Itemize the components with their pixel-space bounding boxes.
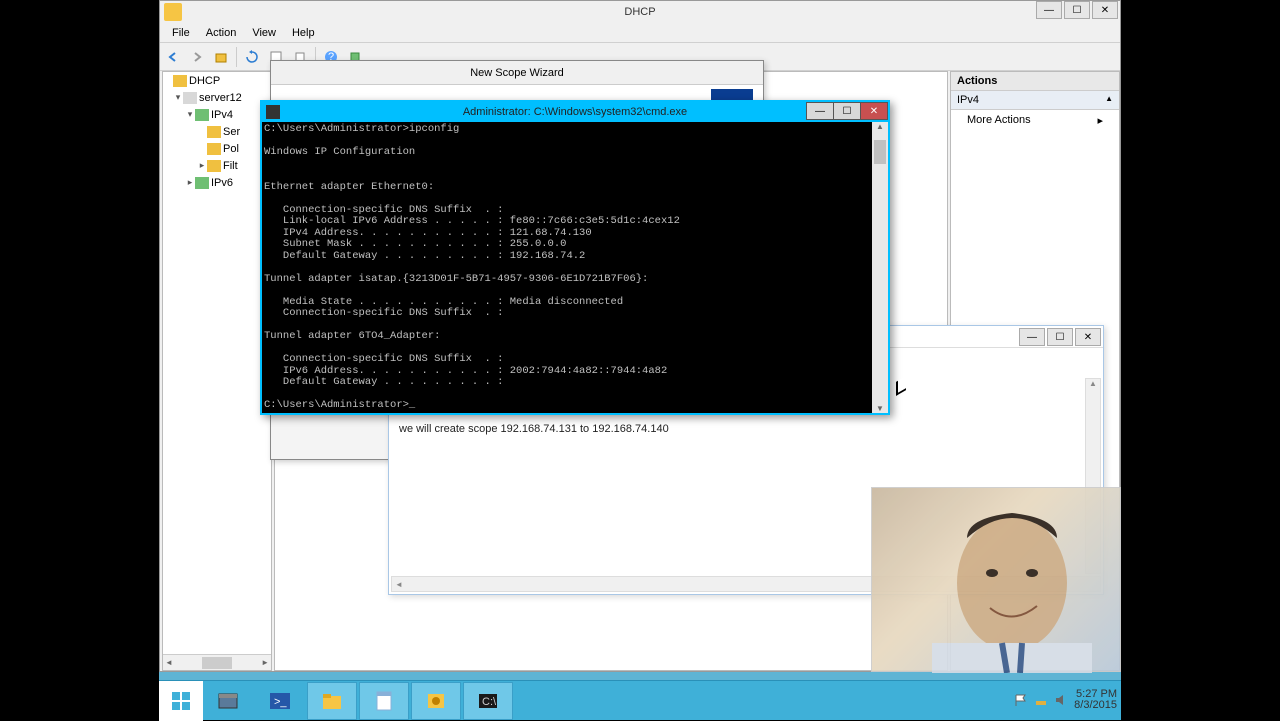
scroll-up-icon[interactable]: ▲ (872, 122, 888, 131)
scroll-down-icon[interactable]: ▼ (872, 404, 888, 413)
tree-ipv4[interactable]: IPv4 (211, 109, 233, 121)
actions-header: Actions (951, 72, 1119, 91)
cmd-titlebar[interactable]: Administrator: C:\Windows\system32\cmd.e… (262, 102, 888, 122)
collapse-icon[interactable]: ▾ (173, 92, 183, 103)
toolbar-back-button[interactable] (162, 46, 184, 68)
tree-item[interactable]: Filt (223, 160, 238, 172)
cmd-vscroll[interactable]: ▲ ▼ (872, 122, 888, 413)
mmc-menubar: File Action View Help (160, 23, 1120, 43)
cmd-close-button[interactable]: ✕ (860, 102, 888, 120)
cmd-output[interactable]: C:\Users\Administrator>ipconfig Windows … (262, 122, 888, 413)
taskbar-cmd[interactable]: C:\ (463, 682, 513, 720)
tree-root[interactable]: DHCP (189, 75, 220, 87)
toolbar-separator (236, 47, 237, 67)
tray-date: 8/3/2015 (1074, 700, 1117, 711)
folder-icon (207, 143, 221, 155)
tree-pane[interactable]: DHCP ▾ server12 ▾ IPv4 Ser Pol ▸ Filt ▸ IPv6… (162, 71, 272, 671)
tree-server[interactable]: server12 (199, 92, 242, 104)
toolbar-up-button[interactable] (210, 46, 232, 68)
menu-help[interactable]: Help (284, 27, 323, 39)
svg-text:C:\: C:\ (482, 696, 497, 708)
taskbar-server-manager[interactable] (203, 682, 253, 720)
scroll-up-icon[interactable]: ▲ (1086, 379, 1100, 388)
taskbar-powershell[interactable]: >_ (255, 682, 305, 720)
taskbar-dhcp[interactable] (411, 682, 461, 720)
ipv4-icon (195, 109, 209, 121)
submenu-icon: ▸ (1097, 114, 1103, 127)
start-button[interactable] (159, 681, 203, 721)
toolbar-refresh-button[interactable] (241, 46, 263, 68)
dhcp-app-icon (164, 3, 182, 21)
notepad-line: we will create scope 192.168.74.131 to 1… (399, 423, 669, 435)
svg-text:>_: >_ (274, 696, 287, 708)
mmc-title: DHCP (624, 6, 655, 18)
expand-icon[interactable]: ▸ (185, 177, 195, 188)
mmc-maximize-button[interactable]: ☐ (1064, 1, 1090, 19)
tray-clock[interactable]: 5:27 PM 8/3/2015 (1074, 689, 1117, 711)
scroll-right-icon[interactable]: ► (261, 658, 269, 667)
cmd-window[interactable]: Administrator: C:\Windows\system32\cmd.e… (260, 100, 890, 415)
menu-view[interactable]: View (244, 27, 284, 39)
collapse-icon[interactable]: ▲ (1105, 94, 1113, 106)
tray-flag-icon[interactable] (1014, 693, 1028, 707)
expand-icon[interactable]: ▸ (197, 160, 207, 171)
tree-hscroll[interactable]: ◄ ► (163, 654, 271, 670)
webcam-overlay (871, 487, 1121, 672)
server-icon (183, 92, 197, 104)
cmd-maximize-button[interactable]: ☐ (833, 102, 861, 120)
tree-item[interactable]: Pol (223, 143, 239, 155)
actions-subheader[interactable]: IPv4 ▲ (951, 91, 1119, 110)
dhcp-root-icon (173, 75, 187, 87)
wizard-title: New Scope Wizard (271, 61, 763, 85)
tray-volume-icon[interactable] (1054, 693, 1068, 707)
scroll-left-icon[interactable]: ◄ (165, 658, 173, 667)
tray-network-icon[interactable] (1034, 693, 1048, 707)
webcam-face-icon (872, 488, 1122, 673)
mmc-minimize-button[interactable]: — (1036, 1, 1062, 19)
desktop: DHCP — ☐ ✕ File Action View Help ? (159, 0, 1121, 720)
menu-action[interactable]: Action (198, 27, 245, 39)
notepad-maximize-button[interactable]: ☐ (1047, 328, 1073, 346)
taskbar-explorer[interactable] (307, 682, 357, 720)
cmd-app-icon (266, 105, 280, 119)
more-actions-label: More Actions (967, 114, 1031, 127)
scroll-left-icon[interactable]: ◄ (392, 580, 406, 589)
scroll-thumb[interactable] (874, 140, 886, 164)
actions-sub-label: IPv4 (957, 94, 979, 106)
tree-ipv6[interactable]: IPv6 (211, 177, 233, 189)
cmd-minimize-button[interactable]: — (806, 102, 834, 120)
taskbar[interactable]: >_ C:\ 5:27 PM 8/3/2015 (159, 680, 1121, 720)
folder-icon (207, 126, 221, 138)
scroll-thumb[interactable] (202, 657, 232, 669)
system-tray[interactable]: 5:27 PM 8/3/2015 (1014, 680, 1117, 720)
ipv6-icon (195, 177, 209, 189)
notepad-close-button[interactable]: ✕ (1075, 328, 1101, 346)
folder-icon (207, 160, 221, 172)
menu-file[interactable]: File (164, 27, 198, 39)
notepad-minimize-button[interactable]: — (1019, 328, 1045, 346)
cmd-title: Administrator: C:\Windows\system32\cmd.e… (463, 106, 687, 118)
toolbar-forward-button[interactable] (186, 46, 208, 68)
collapse-icon[interactable]: ▾ (185, 109, 195, 120)
taskbar-notepad[interactable] (359, 682, 409, 720)
tree-item[interactable]: Ser (223, 126, 240, 138)
mmc-titlebar[interactable]: DHCP — ☐ ✕ (160, 1, 1120, 23)
more-actions-item[interactable]: More Actions ▸ (951, 110, 1119, 131)
mmc-close-button[interactable]: ✕ (1092, 1, 1118, 19)
